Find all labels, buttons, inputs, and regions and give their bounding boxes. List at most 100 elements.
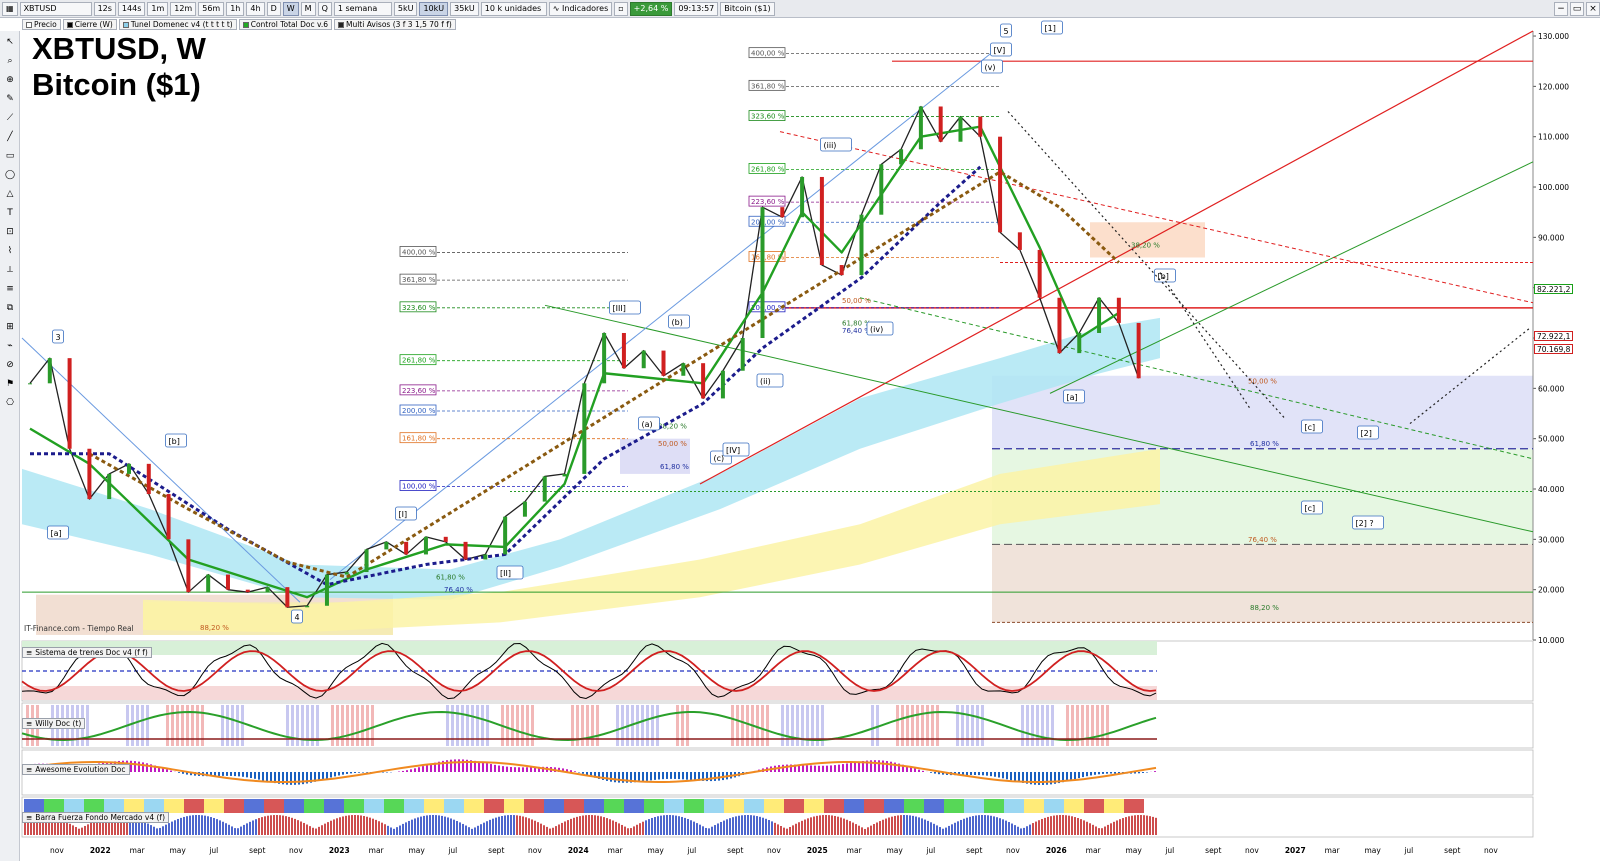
price-candle xyxy=(998,136,1003,233)
barra-fuerza-block xyxy=(44,799,64,813)
barra-fuerza-bar xyxy=(306,824,308,835)
barra-fuerza-bar xyxy=(357,815,359,835)
y-tick-label: 10.000 xyxy=(1538,636,1564,645)
panel-title-barra-fuerza[interactable]: ≡ Barra Fuerza Fondo Mercado v4 (f) xyxy=(22,812,169,823)
willy-bar xyxy=(446,705,449,746)
barra-fuerza-bar xyxy=(288,816,290,835)
barra-fuerza-bar xyxy=(846,819,848,835)
barra-fuerza-bar xyxy=(549,828,551,835)
awesome-bar xyxy=(422,766,424,772)
barra-fuerza-bar xyxy=(312,827,314,835)
willy-bar xyxy=(136,705,139,746)
x-tick-label: may xyxy=(648,846,665,855)
willy-bar xyxy=(371,705,374,746)
price-candle xyxy=(938,106,943,142)
awesome-bar xyxy=(230,772,232,776)
fib-label: 200,00 % xyxy=(751,218,785,226)
x-tick-label: nov xyxy=(289,846,303,855)
barra-fuerza-bar xyxy=(468,827,470,835)
panel-title-willy[interactable]: ≡ Willy Doc (t) xyxy=(22,718,86,729)
panel-title-awesome[interactable]: ≡ Awesome Evolution Doc xyxy=(22,764,130,775)
awesome-bar xyxy=(970,772,972,775)
barra-fuerza-bar xyxy=(81,827,83,835)
barra-fuerza-bar xyxy=(1047,816,1049,835)
barra-fuerza-block xyxy=(644,799,664,813)
barra-fuerza-bar xyxy=(972,816,974,835)
willy-bar xyxy=(896,705,899,746)
price-candle xyxy=(621,332,626,369)
barra-fuerza-bar xyxy=(684,817,686,835)
retracement-label: 61,80 % xyxy=(436,574,465,582)
barra-fuerza-bar xyxy=(651,817,653,835)
awesome-bar xyxy=(1042,772,1044,785)
barra-fuerza-block xyxy=(884,799,904,813)
barra-fuerza-bar xyxy=(471,828,473,835)
barra-fuerza-bar xyxy=(888,817,890,835)
barra-fuerza-bar xyxy=(198,815,200,835)
barra-fuerza-bar xyxy=(975,815,977,835)
barra-fuerza-bar xyxy=(612,820,614,835)
willy-bar xyxy=(241,705,244,746)
awesome-bar xyxy=(1090,772,1092,776)
barra-fuerza-bar xyxy=(315,828,317,835)
willy-bar xyxy=(1046,705,1049,746)
barra-fuerza-bar xyxy=(603,817,605,835)
barra-fuerza-bar xyxy=(759,816,761,835)
barra-fuerza-block xyxy=(1124,799,1144,813)
awesome-bar xyxy=(842,764,844,772)
awesome-bar xyxy=(690,772,692,781)
x-tick-label: may xyxy=(887,846,904,855)
x-tick-label: nov xyxy=(1006,846,1020,855)
willy-bar xyxy=(291,705,294,746)
awesome-bar xyxy=(922,770,924,772)
awesome-bar xyxy=(786,764,788,772)
barra-fuerza-bar xyxy=(1101,828,1103,835)
x-tick-label: sept xyxy=(1205,846,1221,855)
barra-fuerza-bar xyxy=(450,818,452,835)
barra-fuerza-bar xyxy=(645,820,647,835)
barra-fuerza-bar xyxy=(567,820,569,835)
x-tick-label: nov xyxy=(1484,846,1498,855)
awesome-bar xyxy=(914,768,916,772)
wave-label: 3 xyxy=(56,333,61,342)
price-candle xyxy=(899,149,904,165)
barra-fuerza-bar xyxy=(534,820,536,835)
barra-fuerza-bar xyxy=(303,822,305,835)
x-tick-label: 2027 xyxy=(1285,846,1306,855)
barra-fuerza-bar xyxy=(909,815,911,835)
barra-fuerza-bar xyxy=(825,815,827,835)
barra-fuerza-block xyxy=(344,799,364,813)
willy-bar xyxy=(361,705,364,746)
barra-fuerza-bar xyxy=(258,818,260,835)
willy-bar xyxy=(226,705,229,746)
panel-title-trenes[interactable]: ≡ Sistema de trenes Doc v4 (f f) xyxy=(22,647,152,658)
barra-fuerza-bar xyxy=(1140,815,1142,835)
barra-fuerza-bar xyxy=(999,818,1001,835)
awesome-bar xyxy=(482,762,484,772)
awesome-bar xyxy=(406,770,408,772)
barra-fuerza-block xyxy=(284,799,304,813)
willy-bar xyxy=(451,705,454,746)
barra-fuerza-block xyxy=(624,799,644,813)
barra-fuerza-bar xyxy=(672,815,674,835)
barra-fuerza-bar xyxy=(660,815,662,835)
awesome-bar xyxy=(502,766,504,772)
barra-fuerza-bar xyxy=(201,815,203,835)
wave-label: [b] xyxy=(169,437,180,446)
willy-bar xyxy=(791,705,794,746)
retracement-label: 76,40 % xyxy=(444,586,473,594)
barra-fuerza-bar xyxy=(879,821,881,835)
willy-bar xyxy=(651,705,654,746)
barra-fuerza-bar xyxy=(354,815,356,835)
awesome-bar xyxy=(650,772,652,781)
wave-label: [I] xyxy=(399,510,408,519)
barra-fuerza-bar xyxy=(393,828,395,835)
awesome-bar xyxy=(322,772,324,780)
barra-fuerza-bar xyxy=(1053,815,1055,835)
willy-bar xyxy=(456,705,459,746)
barra-fuerza-block xyxy=(604,799,624,813)
awesome-bar xyxy=(966,772,968,776)
price-candle xyxy=(503,516,508,555)
chart-svg: 130.000120.000110.000100.00090.00080.000… xyxy=(21,20,1569,855)
barra-fuerza-block xyxy=(484,799,504,813)
